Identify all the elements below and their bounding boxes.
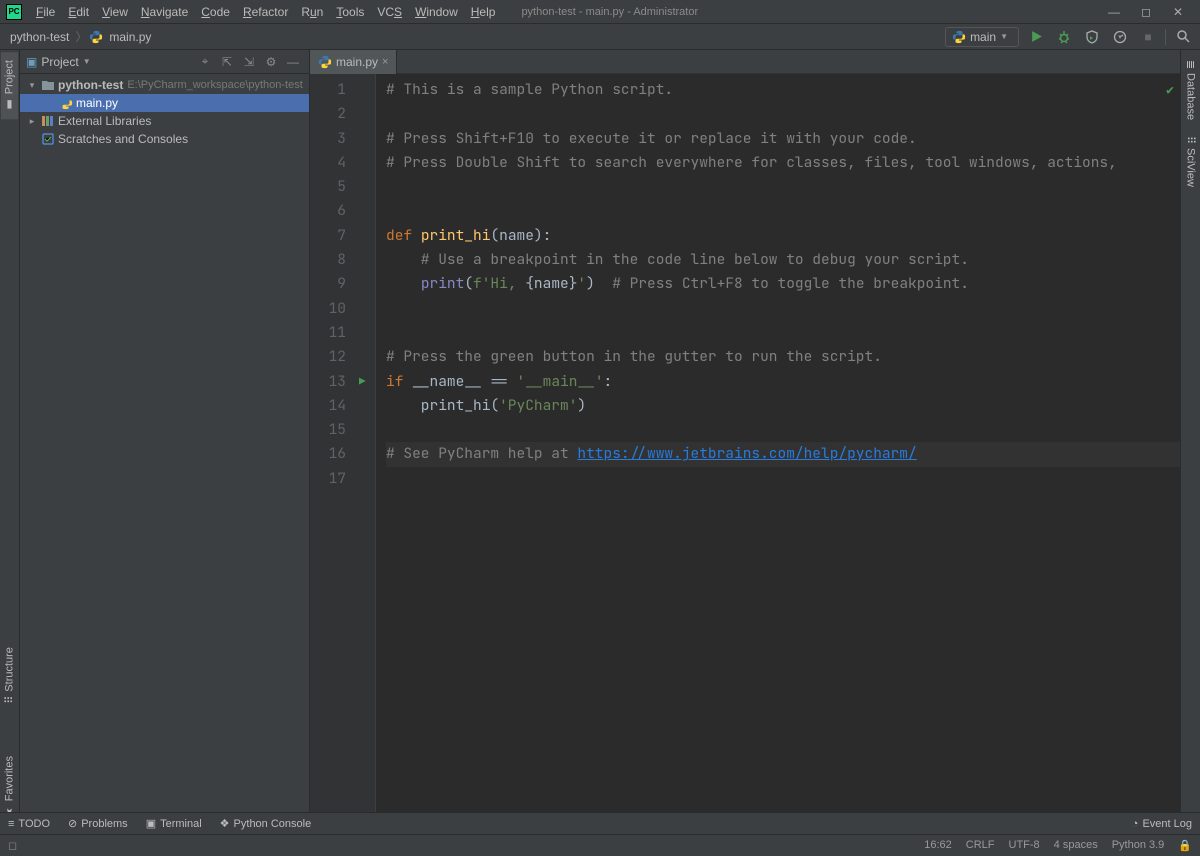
event-log-tool-tab[interactable]: ◔Event Log <box>1132 818 1192 830</box>
run-with-coverage-button[interactable] <box>1081 26 1103 48</box>
select-opened-file-button[interactable]: ⌖ <box>195 52 215 72</box>
chevron-right-icon: 〉 <box>73 28 89 45</box>
menu-navigate[interactable]: Navigate <box>135 3 194 21</box>
editor-gutter[interactable]: ▶ <box>356 74 376 818</box>
app-logo-icon: PC <box>6 4 22 20</box>
indent-settings[interactable]: 4 spaces <box>1054 839 1098 852</box>
project-icon: ▣ <box>26 55 37 69</box>
maximize-button[interactable]: ◻ <box>1130 0 1162 24</box>
event-log-icon: ◔ <box>1132 818 1139 830</box>
lock-icon[interactable]: 🔒 <box>1178 839 1192 852</box>
editor-tabs: main.py × <box>310 50 1180 74</box>
library-icon <box>41 114 55 128</box>
menu-help[interactable]: Help <box>465 3 502 21</box>
warning-icon: ⊘ <box>68 817 77 830</box>
editor-body[interactable]: 1234567891011121314151617 ▶ # This is a … <box>310 74 1180 818</box>
left-tool-stripe: ▮Project ⠿Structure ★Favorites <box>0 50 20 832</box>
breadcrumb-project[interactable]: python-test <box>6 28 73 46</box>
editor-tab-main-py[interactable]: main.py × <box>310 50 397 74</box>
python-file-icon <box>318 55 332 69</box>
menu-vcs[interactable]: VCS <box>371 3 408 21</box>
menu-tools[interactable]: Tools <box>330 3 370 21</box>
line-separator[interactable]: CRLF <box>966 839 995 852</box>
sciview-tool-tab[interactable]: ⠿SciView <box>1182 128 1199 195</box>
todo-tool-tab[interactable]: ≡TODO <box>8 818 50 830</box>
menu-view[interactable]: View <box>96 3 134 21</box>
project-panel-title[interactable]: ▣ Project ▼ <box>26 55 91 69</box>
menu-refactor[interactable]: Refactor <box>237 3 294 21</box>
project-panel: ▣ Project ▼ ⌖ ⇱ ⇲ ⚙ — ▾ python-test E:\P… <box>20 50 310 832</box>
code-content[interactable]: # This is a sample Python script.# Press… <box>376 74 1180 818</box>
stop-button[interactable]: ■ <box>1137 26 1159 48</box>
project-tool-tab[interactable]: ▮Project <box>1 52 18 119</box>
run-gutter-icon[interactable]: ▶ <box>359 370 366 394</box>
settings-icon[interactable]: ⚙ <box>261 52 281 72</box>
menu-edit[interactable]: Edit <box>62 3 95 21</box>
python-console-icon: ❖ <box>220 817 230 830</box>
chevron-right-icon: ▸ <box>26 116 38 127</box>
tree-scratches[interactable]: Scratches and Consoles <box>20 130 309 148</box>
window-title: python-test - main.py - Administrator <box>521 6 698 18</box>
menu-file[interactable]: File <box>30 3 61 21</box>
python-file-icon <box>89 30 103 44</box>
problems-tool-tab[interactable]: ⊘Problems <box>68 817 128 830</box>
tool-window-quick-access-icon[interactable]: ◻ <box>8 839 17 852</box>
file-encoding[interactable]: UTF-8 <box>1009 839 1040 852</box>
chevron-down-icon: ▼ <box>1000 32 1008 41</box>
line-number-gutter: 1234567891011121314151617 <box>310 74 356 818</box>
python-file-icon <box>59 96 73 110</box>
run-button[interactable] <box>1025 26 1047 48</box>
hide-panel-button[interactable]: — <box>283 52 303 72</box>
inspection-ok-icon[interactable]: ✔ <box>1166 78 1174 102</box>
editor-tab-label: main.py <box>336 55 378 69</box>
folder-icon <box>41 78 55 92</box>
status-bar: ◻ 16:62 CRLF UTF-8 4 spaces Python 3.9 🔒 <box>0 834 1200 856</box>
close-tab-icon[interactable]: × <box>382 56 388 68</box>
menu-run[interactable]: Run <box>295 3 329 21</box>
search-everywhere-button[interactable] <box>1172 26 1194 48</box>
database-icon: ≣ <box>1184 60 1197 69</box>
main-menu: File Edit View Navigate Code Refactor Ru… <box>30 3 501 21</box>
menu-window[interactable]: Window <box>409 3 464 21</box>
python-interpreter[interactable]: Python 3.9 <box>1112 839 1165 852</box>
debug-button[interactable] <box>1053 26 1075 48</box>
tree-project-root[interactable]: ▾ python-test E:\PyCharm_workspace\pytho… <box>20 76 309 94</box>
sciview-icon: ⠿ <box>1184 136 1197 144</box>
breadcrumb-file[interactable]: main.py <box>105 28 155 46</box>
title-bar: PC File Edit View Navigate Code Refactor… <box>0 0 1200 24</box>
structure-tool-tab[interactable]: ⠿Structure <box>1 639 18 712</box>
expand-all-button[interactable]: ⇱ <box>217 52 237 72</box>
editor-area: main.py × 1234567891011121314151617 ▶ # … <box>310 50 1180 832</box>
bottom-tool-bar: ≡TODO ⊘Problems ▣Terminal ❖Python Consol… <box>0 812 1200 834</box>
bottom-bars: ≡TODO ⊘Problems ▣Terminal ❖Python Consol… <box>0 812 1200 856</box>
terminal-icon: ▣ <box>146 817 156 830</box>
list-icon: ≡ <box>8 818 14 830</box>
structure-icon: ⠿ <box>3 696 16 704</box>
folder-icon: ▮ <box>3 98 16 111</box>
tree-file-main-py[interactable]: main.py <box>20 94 309 112</box>
minimize-button[interactable]: — <box>1098 0 1130 24</box>
menu-code[interactable]: Code <box>195 3 236 21</box>
caret-position[interactable]: 16:62 <box>924 839 952 852</box>
chevron-down-icon: ▾ <box>26 80 38 91</box>
python-console-tool-tab[interactable]: ❖Python Console <box>220 817 312 830</box>
run-configuration-selector[interactable]: main ▼ <box>945 27 1019 47</box>
chevron-down-icon: ▼ <box>83 57 91 66</box>
tree-external-libraries[interactable]: ▸ External Libraries <box>20 112 309 130</box>
terminal-tool-tab[interactable]: ▣Terminal <box>146 817 202 830</box>
collapse-all-button[interactable]: ⇲ <box>239 52 259 72</box>
navigation-bar: python-test 〉 main.py main ▼ ▾ ■ <box>0 24 1200 50</box>
database-tool-tab[interactable]: ≣Database <box>1182 52 1199 128</box>
close-button[interactable]: ✕ <box>1162 0 1194 24</box>
main-area: ▮Project ⠿Structure ★Favorites ▣ Project… <box>0 50 1200 832</box>
right-tool-stripe: ≣Database ⠿SciView <box>1180 50 1200 832</box>
profiler-button[interactable]: ▾ <box>1109 26 1131 48</box>
project-tree: ▾ python-test E:\PyCharm_workspace\pytho… <box>20 74 309 150</box>
run-config-label: main <box>970 30 996 44</box>
scratches-icon <box>41 132 55 146</box>
python-icon <box>952 30 966 44</box>
